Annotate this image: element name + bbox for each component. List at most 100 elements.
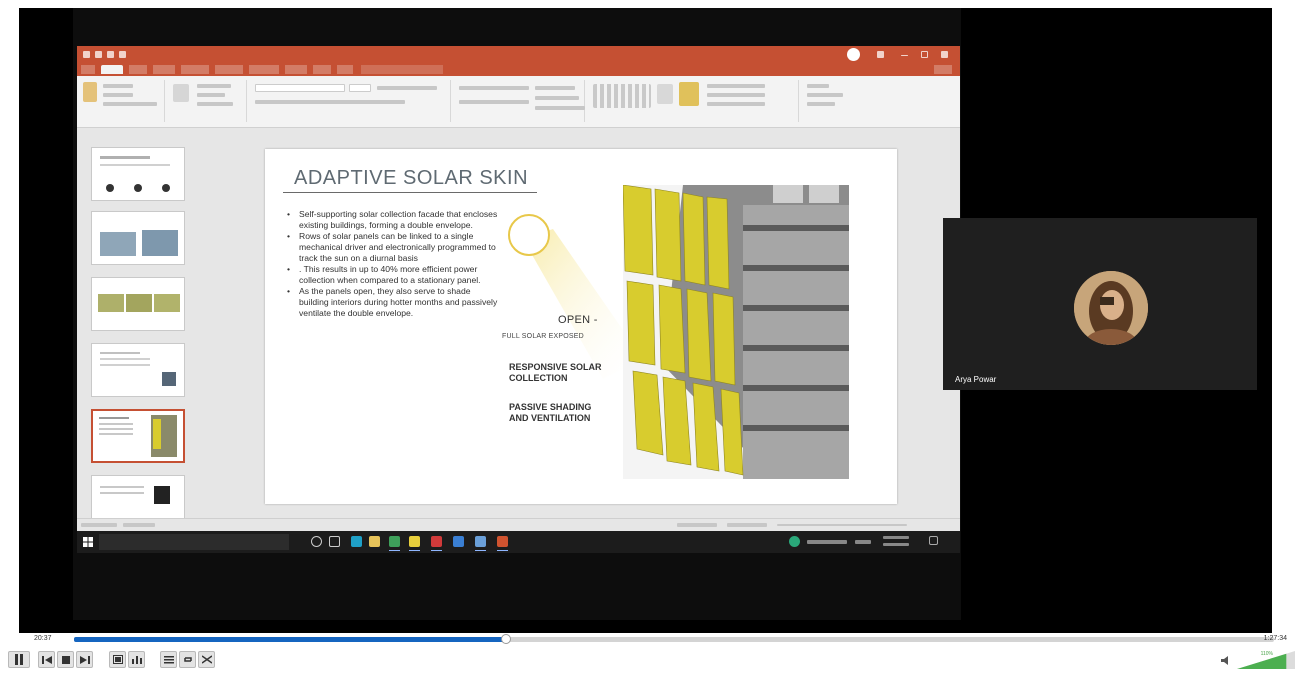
shape-outline-button[interactable] [707, 93, 765, 97]
replace-button[interactable] [807, 93, 843, 97]
share-button[interactable] [934, 65, 952, 74]
cortana-icon[interactable] [311, 536, 322, 547]
arrange-icon[interactable] [657, 84, 673, 104]
view-buttons[interactable] [727, 523, 767, 527]
tab-view[interactable] [313, 65, 331, 74]
tab-review[interactable] [285, 65, 307, 74]
shapes-gallery[interactable] [593, 84, 651, 108]
font-size-buttons[interactable] [377, 86, 437, 90]
font-group [251, 80, 451, 122]
tab-insert[interactable] [129, 65, 147, 74]
zoom-app-icon[interactable] [453, 536, 464, 547]
file-explorer-icon[interactable] [369, 536, 380, 547]
tab-file[interactable] [81, 65, 95, 74]
shape-effects-button[interactable] [707, 102, 765, 106]
tab-transitions[interactable] [181, 65, 209, 74]
loop-button[interactable] [179, 651, 196, 668]
tell-me-search[interactable] [361, 65, 443, 74]
system-tray-icons[interactable] [807, 540, 847, 544]
extended-settings-button[interactable] [128, 651, 145, 668]
meeting-recording-view: ADAPTIVE SOLAR SKIN Self-supporting sola… [19, 8, 1272, 633]
find-button[interactable] [807, 84, 829, 88]
powerpoint-icon[interactable] [497, 536, 508, 551]
seek-bar[interactable] [74, 634, 1274, 644]
clock-date[interactable] [883, 543, 909, 546]
edge-icon[interactable] [351, 536, 362, 547]
list-buttons[interactable] [459, 86, 529, 90]
align-text-button[interactable] [535, 96, 579, 100]
drawing-group [589, 80, 799, 122]
sticky-notes-icon[interactable] [409, 536, 420, 551]
slide-thumbnail-selected[interactable] [91, 409, 185, 463]
chrome-icon[interactable] [389, 536, 400, 551]
ribbon-display-options-icon[interactable] [877, 51, 884, 58]
font-format-buttons[interactable] [255, 100, 405, 104]
clipboard-group [79, 80, 165, 122]
start-from-beginning-icon[interactable] [119, 51, 126, 58]
zoom-slider[interactable] [777, 524, 907, 526]
reset-button[interactable] [197, 93, 225, 97]
passive-shading-label: PASSIVE SHADING AND VENTILATION [509, 402, 592, 423]
language-indicator[interactable] [855, 540, 871, 544]
minimize-icon[interactable] [901, 55, 908, 56]
taskbar-search[interactable] [99, 534, 289, 550]
pause-button[interactable] [8, 651, 30, 668]
quick-styles-icon[interactable] [679, 82, 699, 106]
slide-thumbnail[interactable] [91, 147, 185, 201]
seek-handle[interactable] [501, 634, 511, 644]
slide-canvas[interactable]: ADAPTIVE SOLAR SKIN Self-supporting sola… [265, 149, 897, 504]
sun-icon [508, 214, 550, 256]
account-avatar[interactable] [847, 48, 860, 61]
volume-slider[interactable] [1237, 651, 1295, 669]
shuffle-button[interactable] [198, 651, 215, 668]
maximize-icon[interactable] [921, 51, 928, 58]
tab-slide-show[interactable] [249, 65, 279, 74]
tab-animations[interactable] [215, 65, 243, 74]
speaker-icon[interactable] [1221, 656, 1231, 665]
loop-icon [183, 657, 192, 662]
font-name-input[interactable] [255, 84, 345, 92]
alignment-buttons[interactable] [459, 100, 529, 104]
slides-group [169, 80, 247, 122]
previous-button[interactable] [38, 651, 55, 668]
windows-taskbar [77, 531, 960, 553]
playlist-button[interactable] [160, 651, 177, 668]
slide-thumbnail[interactable] [91, 211, 185, 265]
paste-icon[interactable] [83, 82, 97, 102]
fullscreen-button[interactable] [109, 651, 126, 668]
font-size-input[interactable] [349, 84, 371, 92]
fullscreen-icon [112, 655, 123, 664]
cut-button[interactable] [103, 84, 133, 88]
new-slide-icon[interactable] [173, 84, 189, 102]
copy-button[interactable] [103, 93, 133, 97]
tray-app-icon[interactable] [789, 536, 800, 547]
tab-home[interactable] [101, 65, 123, 74]
slide-thumbnail[interactable] [91, 343, 185, 397]
bullet-item: Rows of solar panels can be linked to a … [285, 231, 501, 264]
shape-fill-button[interactable] [707, 84, 765, 88]
format-painter-button[interactable] [103, 102, 157, 106]
stop-button[interactable] [57, 651, 74, 668]
slide-thumbnail[interactable] [91, 277, 185, 331]
slide-thumbnails-pane [77, 129, 193, 529]
tab-design[interactable] [153, 65, 175, 74]
section-button[interactable] [197, 102, 233, 106]
layout-button[interactable] [197, 84, 231, 88]
windows-start-icon[interactable] [83, 537, 93, 547]
acrobat-icon[interactable] [431, 536, 442, 551]
next-button[interactable] [76, 651, 93, 668]
select-button[interactable] [807, 102, 835, 106]
close-icon[interactable] [941, 51, 948, 58]
word-icon[interactable] [475, 536, 486, 551]
task-view-icon[interactable] [329, 536, 340, 547]
convert-smartart-button[interactable] [535, 106, 585, 110]
notes-button[interactable] [677, 523, 717, 527]
redo-icon[interactable] [107, 51, 114, 58]
save-icon[interactable] [83, 51, 90, 58]
notifications-icon[interactable] [929, 536, 938, 545]
media-player-controls: 20:37 1:27:34 110% [0, 633, 1303, 675]
tab-help[interactable] [337, 65, 353, 74]
text-direction-button[interactable] [535, 86, 575, 90]
clock-time[interactable] [883, 536, 909, 539]
undo-icon[interactable] [95, 51, 102, 58]
